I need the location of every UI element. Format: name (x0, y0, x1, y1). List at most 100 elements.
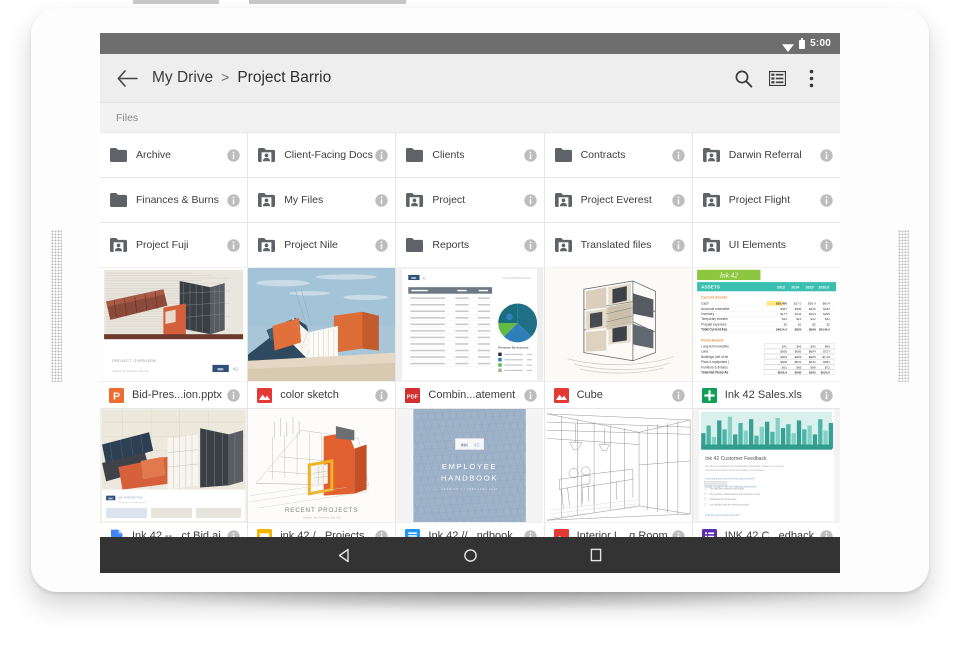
info-icon[interactable] (672, 389, 685, 402)
svg-text:The services I obtained were g: The services I obtained were good value … (709, 493, 761, 496)
svg-text:INK 42 PROJECT BID: INK 42 PROJECT BID (118, 497, 142, 500)
file-card[interactable]: Ink 42ASSETS2013201420152016.0Current As… (693, 268, 840, 408)
info-icon[interactable] (820, 149, 833, 162)
svg-text:$$25: $$25 (794, 328, 801, 332)
file-card[interactable]: Cube (545, 268, 692, 408)
folder-item[interactable]: My Files (248, 178, 395, 222)
info-icon[interactable] (524, 149, 537, 162)
info-icon[interactable] (227, 194, 240, 207)
folder-item[interactable]: Project Fuji (100, 223, 247, 267)
svg-text:$727: $727 (823, 350, 830, 354)
back-arrow-icon[interactable] (114, 65, 140, 91)
info-icon[interactable] (227, 389, 240, 402)
svg-text:$12: $12 (810, 317, 815, 321)
info-icon[interactable] (375, 149, 388, 162)
folder-grid: Archive Client-Facing DocsClientsContract… (100, 133, 840, 267)
info-icon[interactable] (375, 530, 388, 538)
folder-item[interactable]: Darwin Referral (693, 133, 840, 177)
folder-item[interactable]: UI Elements (693, 223, 840, 267)
app-toolbar: My Drive > Project Barrio (100, 54, 840, 103)
folder-item[interactable]: Contracts (545, 133, 692, 177)
svg-text:$556.9: $556.9 (778, 371, 788, 375)
folder-item[interactable]: Clients (396, 133, 543, 177)
svg-text:Accounts receivable: Accounts receivable (701, 307, 729, 311)
info-icon[interactable] (672, 149, 685, 162)
svg-text:PDF: PDF (407, 394, 419, 400)
svg-text:VERSION 3 | FEBRUARY 2015: VERSION 3 | FEBRUARY 2015 (442, 487, 499, 491)
svg-text:$608: $608 (780, 360, 787, 364)
svg-text:Location: San Francisco, New Y: Location: San Francisco, New York (303, 517, 342, 520)
folder-item[interactable]: Project Everest (545, 178, 692, 222)
battery-icon (799, 38, 805, 49)
svg-text:$25,456: $25,456 (776, 302, 787, 306)
info-icon[interactable] (820, 530, 833, 538)
info-icon[interactable] (820, 194, 833, 207)
search-icon[interactable] (726, 61, 760, 95)
folder-item[interactable]: Finances & Burns (100, 178, 247, 222)
info-icon[interactable] (524, 239, 537, 252)
folder-item[interactable]: Project (396, 178, 543, 222)
svg-text:$903: $903 (780, 355, 787, 359)
info-icon[interactable] (227, 239, 240, 252)
file-thumbnail: INKINK 42 PROJECT BIDArchitecture & Desi… (100, 409, 247, 522)
nav-back-icon[interactable] (329, 542, 359, 568)
file-card[interactable]: RECENT PROJECTSLocation: San Francisco, … (248, 409, 395, 537)
info-icon[interactable] (227, 149, 240, 162)
info-icon[interactable] (375, 389, 388, 402)
file-card[interactable]: PROJECT OVERVIEWLocation: San Francisco,… (100, 268, 247, 408)
svg-text:Inventory: Inventory (701, 312, 714, 316)
svg-text:2013: 2013 (777, 286, 785, 290)
folder-item[interactable]: Translated files (545, 223, 692, 267)
svg-text:Current Assets: Current Assets (701, 295, 727, 299)
nav-recents-icon[interactable] (581, 542, 611, 568)
svg-text:$6146.0: $6146.0 (819, 328, 830, 332)
info-icon[interactable] (227, 530, 240, 538)
folder-item[interactable]: Reports (396, 223, 543, 267)
info-icon[interactable] (820, 389, 833, 402)
files-content-area[interactable]: Archive Client-Facing DocsClientsContract… (100, 133, 840, 537)
file-name: Interior L...g Room (577, 530, 672, 537)
folder-icon (406, 148, 423, 162)
svg-text:$68: $68 (810, 365, 815, 369)
info-icon[interactable] (820, 239, 833, 252)
svg-text:P: P (113, 390, 120, 402)
svg-text:EMPLOYEE: EMPLOYEE (442, 462, 497, 471)
svg-text:$17.0: $17.0 (794, 302, 802, 306)
folder-name: Reports (432, 239, 523, 251)
file-card[interactable]: Ink 42 Customer FeedbackWe value your fe… (693, 409, 840, 537)
info-icon[interactable] (524, 194, 537, 207)
folder-name: UI Elements (729, 239, 820, 251)
file-card[interactable]: color sketch (248, 268, 395, 408)
info-icon[interactable] (524, 530, 537, 538)
folder-item[interactable]: Project Nile (248, 223, 395, 267)
file-card[interactable]: Interior L...g Room (545, 409, 692, 537)
file-thumbnail (545, 268, 692, 381)
list-view-icon[interactable] (760, 61, 794, 95)
folder-item[interactable]: Client-Facing Docs (248, 133, 395, 177)
folder-icon (110, 193, 127, 207)
overflow-menu-icon[interactable] (794, 61, 828, 95)
nav-home-icon[interactable] (455, 542, 485, 568)
folder-item[interactable]: Archive (100, 133, 247, 177)
file-name: Ink 42 --...ct Bid.ai (132, 530, 227, 537)
file-card[interactable]: INKINK 42 PROJECT BIDArchitecture & Desi… (100, 409, 247, 537)
file-card[interactable]: INK42INK 42 COMPANY REPORTRevenue By Ind… (396, 268, 543, 408)
breadcrumb-root[interactable]: My Drive (152, 69, 213, 87)
info-icon[interactable] (672, 194, 685, 207)
breadcrumb-current[interactable]: Project Barrio (237, 69, 331, 87)
android-navigation-bar (100, 537, 840, 573)
folder-name: Archive (136, 149, 227, 161)
folder-name: Project (432, 194, 523, 206)
file-card-footer: PBid-Pres...ion.pptx (100, 381, 247, 408)
folder-item[interactable]: Project Flight (693, 178, 840, 222)
svg-text:$432: $432 (823, 307, 830, 311)
shared-folder-icon (703, 238, 720, 252)
info-icon[interactable] (672, 239, 685, 252)
info-icon[interactable] (672, 530, 685, 538)
file-thumbnail: INK42EMPLOYEEHANDBOOKVERSION 3 | FEBRUAR… (396, 409, 543, 522)
info-icon[interactable] (524, 389, 537, 402)
svg-text:42: 42 (422, 277, 426, 281)
info-icon[interactable] (375, 239, 388, 252)
file-card[interactable]: INK42EMPLOYEEHANDBOOKVERSION 3 | FEBRUAR… (396, 409, 543, 537)
info-icon[interactable] (375, 194, 388, 207)
